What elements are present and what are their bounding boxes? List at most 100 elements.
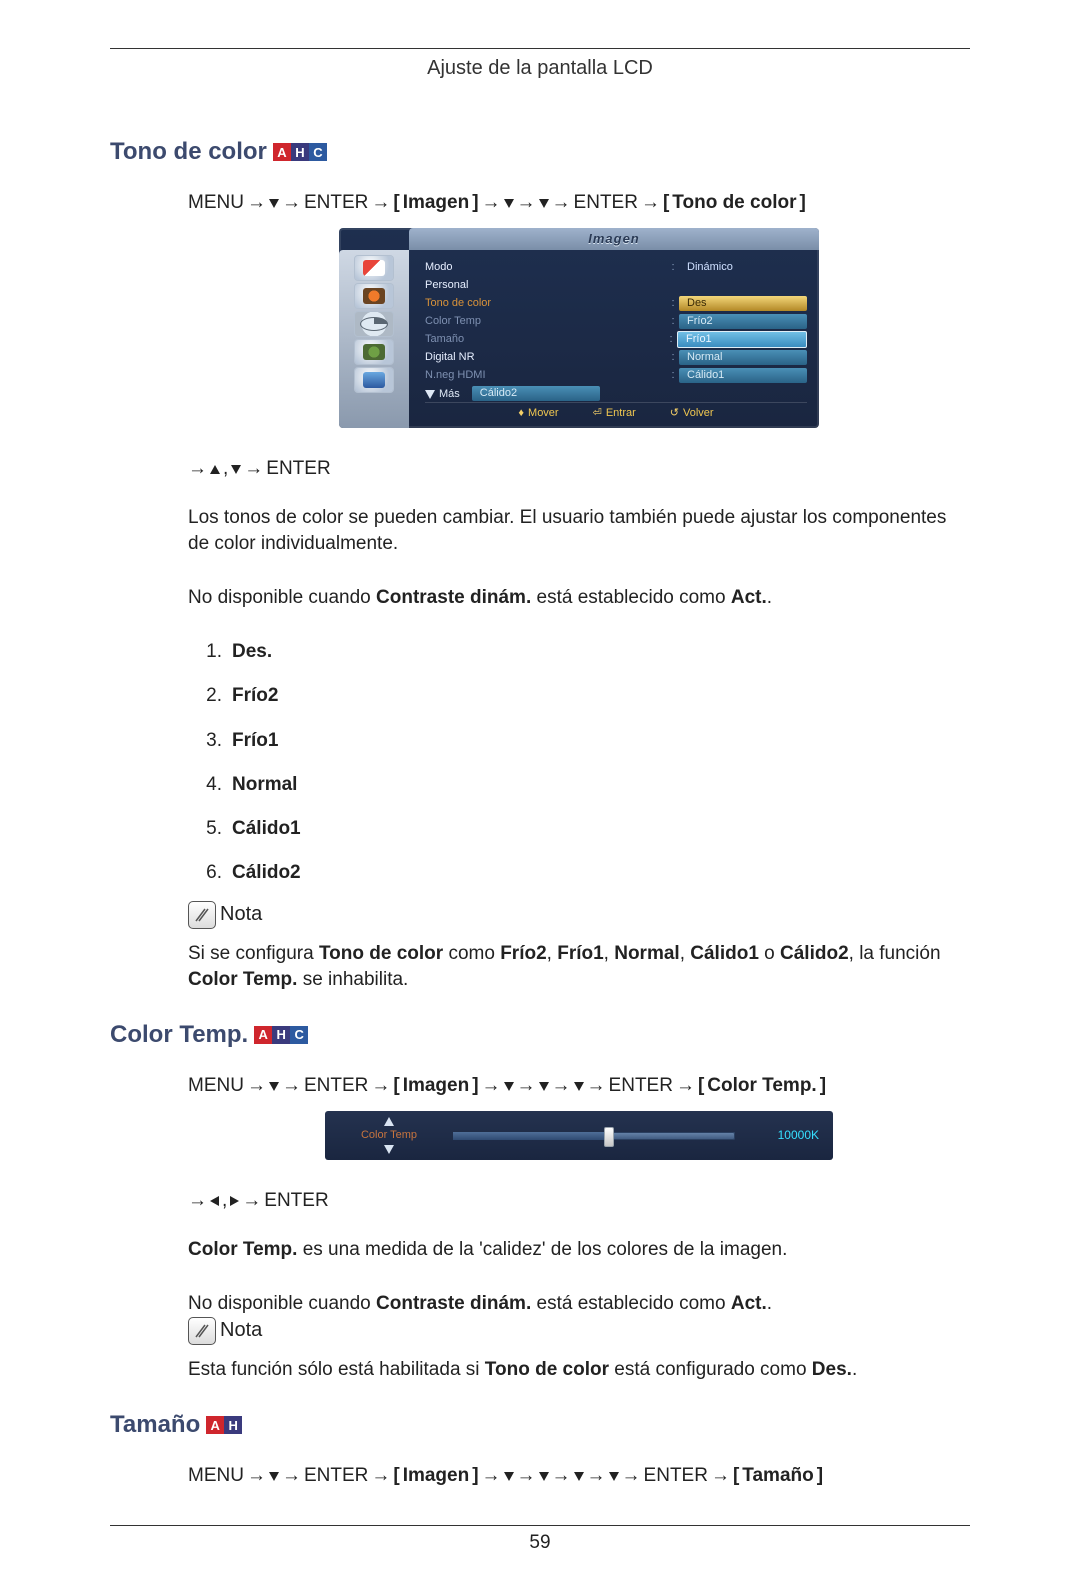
badge-h-icon: H	[272, 1026, 290, 1044]
osd-row-value: Cálido1	[679, 368, 807, 383]
badge-c-icon: C	[290, 1026, 308, 1044]
osd-footer-mover: Mover	[528, 406, 559, 421]
osd-side-icon	[355, 284, 393, 308]
osd-sidebar	[339, 250, 409, 428]
enter-label: ENTER	[644, 1463, 708, 1489]
paragraph: No disponible cuando Contraste dinám. es…	[188, 1291, 970, 1317]
up-icon	[210, 465, 220, 474]
up-icon	[384, 1117, 394, 1126]
osd-main: Modo:Dinámico Personal Tono de color:Des…	[409, 250, 819, 428]
text: No disponible cuando	[188, 587, 376, 608]
enter-label: ENTER	[304, 1073, 368, 1099]
enter-label: ENTER	[304, 1463, 368, 1489]
page-number: 59	[110, 1532, 970, 1554]
badge-a-icon: A	[273, 143, 291, 161]
osd-row-label: Personal	[425, 278, 667, 293]
menu-label: MENU	[188, 190, 244, 216]
text: .	[767, 587, 772, 608]
body-tamano: MENU → →ENTER →[Imagen] → → → → →ENTER →…	[188, 1463, 970, 1489]
menu-path-tam: MENU → →ENTER →[Imagen] → → → → →ENTER →…	[188, 1463, 970, 1489]
enter-label: ENTER	[304, 190, 368, 216]
down-icon	[269, 199, 279, 208]
osd-slider-color-temp: Color Temp 10000K	[325, 1111, 833, 1160]
osd-row-value: Dinámico	[679, 260, 807, 275]
note-icon	[188, 901, 216, 929]
osd-row-value: Frío2	[679, 314, 807, 329]
enter-label: ENTER	[574, 190, 638, 216]
text-bold: Act.	[731, 587, 767, 608]
section-heading-tamano: Tamaño A H	[110, 1411, 970, 1439]
list-item: Cálido2	[188, 860, 970, 886]
badge-a-icon: A	[254, 1026, 272, 1044]
down-icon	[504, 1082, 514, 1091]
down-icon	[504, 199, 514, 208]
header-rule	[110, 48, 970, 49]
osd-more-label: Más	[439, 387, 460, 402]
slider-handle	[604, 1127, 614, 1147]
menu-label: MENU	[188, 1073, 244, 1099]
enter-label: ENTER	[266, 456, 330, 482]
down-icon	[269, 1082, 279, 1091]
paragraph: No disponible cuando Contraste dinám. es…	[188, 585, 970, 611]
body-ctemp: MENU → →ENTER →[Imagen] → → → →ENTER →[C…	[188, 1073, 970, 1383]
header-title: Ajuste de la pantalla LCD	[110, 57, 970, 80]
osd-row-value: Frío1	[677, 331, 807, 348]
list-item: Normal	[188, 772, 970, 798]
enter-label: ENTER	[609, 1073, 673, 1099]
list-item: Cálido1	[188, 816, 970, 842]
slider-label: Color Temp	[361, 1128, 417, 1143]
badge-c-icon: C	[309, 143, 327, 161]
paragraph: Esta función sólo está habilitada si Ton…	[188, 1357, 970, 1383]
slider-track	[453, 1132, 735, 1140]
heading-text: Color Temp.	[110, 1021, 248, 1049]
list-item: Frío2	[188, 683, 970, 709]
imagen-label: Imagen	[403, 190, 470, 216]
ahc-badges: A H	[206, 1416, 242, 1434]
osd-row-value: Normal	[679, 350, 807, 365]
section-heading-ctemp: Color Temp. A H C	[110, 1021, 970, 1049]
down-icon	[539, 1472, 549, 1481]
page: Ajuste de la pantalla LCD Tono de color …	[0, 0, 1080, 1588]
osd-footer-entrar: Entrar	[606, 406, 636, 421]
note-line: Nota	[188, 901, 970, 929]
imagen-label: Imagen	[403, 1073, 470, 1099]
down-icon	[539, 199, 549, 208]
badge-h-icon: H	[224, 1416, 242, 1434]
target-label: Tamaño	[742, 1463, 813, 1489]
osd-side-icon	[355, 368, 393, 392]
down-icon	[574, 1472, 584, 1481]
note-line: Nota	[188, 1317, 970, 1345]
heading-text: Tono de color	[110, 138, 267, 166]
note-label: Nota	[220, 1317, 262, 1345]
paragraph: Si se configura Tono de color como Frío2…	[188, 941, 970, 993]
down-icon	[231, 465, 241, 474]
options-list: Des. Frío2 Frío1 Normal Cálido1 Cálido2	[188, 639, 970, 886]
text-bold: Contraste dinám.	[376, 587, 531, 608]
osd-row-label: Digital NR	[425, 350, 667, 365]
down-icon	[504, 1472, 514, 1481]
ahc-badges: A H C	[273, 143, 327, 161]
nav-line-tono: →, →ENTER	[188, 456, 970, 482]
osd-title: Imagen	[409, 228, 819, 250]
note-icon	[188, 1317, 216, 1345]
badge-a-icon: A	[206, 1416, 224, 1434]
badge-h-icon: H	[291, 143, 309, 161]
list-item: Frío1	[188, 728, 970, 754]
ahc-badges: A H C	[254, 1026, 308, 1044]
osd-row-label: N.neg HDMI	[425, 368, 667, 383]
body-tono: MENU → →ENTER →[Imagen] → → →ENTER →[Ton…	[188, 190, 970, 993]
menu-label: MENU	[188, 1463, 244, 1489]
down-icon	[574, 1082, 584, 1091]
nav-line-ctemp: →, →ENTER	[188, 1188, 970, 1214]
left-icon	[210, 1196, 219, 1206]
osd-row-value: Des	[679, 296, 807, 311]
osd-row-label: Modo	[425, 260, 667, 275]
paragraph: Color Temp. es una medida de la 'calidez…	[188, 1237, 970, 1263]
text: está establecido como	[531, 587, 731, 608]
slider-value: 10000K	[749, 1127, 819, 1144]
footer-rule	[110, 1525, 970, 1526]
right-icon	[230, 1196, 239, 1206]
menu-path-tono: MENU → →ENTER →[Imagen] → → →ENTER →[Ton…	[188, 190, 970, 216]
osd-footer: ♦Mover ⏎Entrar ↺Volver	[425, 402, 807, 424]
osd-row-label: Color Temp	[425, 314, 667, 329]
